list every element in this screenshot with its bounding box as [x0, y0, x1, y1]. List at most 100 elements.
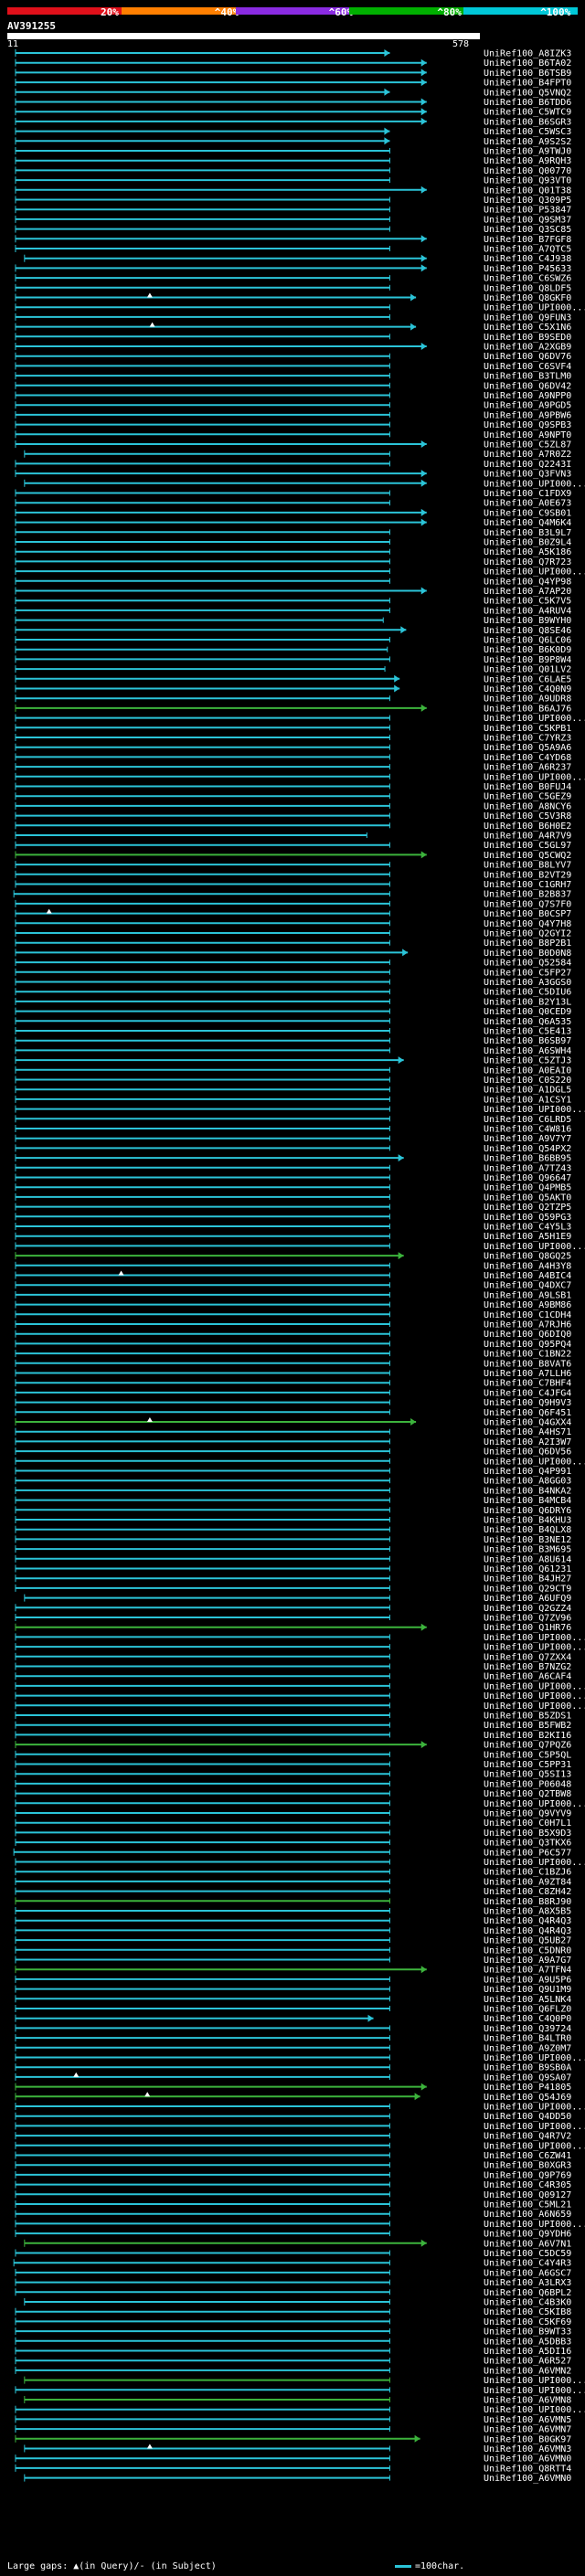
hit-label[interactable]: UniRef100_Q0CED9	[484, 1007, 571, 1017]
hit-label[interactable]: UniRef100_A9PGD5	[484, 401, 571, 411]
hit-label[interactable]: UniRef100_B5ZDS1	[484, 1712, 571, 1722]
hit-label[interactable]: UniRef100_Q7ZXX4	[484, 1652, 571, 1662]
hit-label[interactable]: UniRef100_C6LRD5	[484, 1115, 571, 1125]
hit-label[interactable]: UniRef100_C5DC59	[484, 2249, 571, 2259]
hit-label[interactable]: UniRef100_Q8LDF5	[484, 283, 571, 293]
hit-label[interactable]: UniRef100_C5V3R8	[484, 811, 571, 822]
hit-label[interactable]: UniRef100_C5PP31	[484, 1760, 571, 1770]
hit-label[interactable]: UniRef100_B4LTR0	[484, 2034, 571, 2044]
hit-label[interactable]: UniRef100_A4BIC4	[484, 1271, 571, 1281]
hit-label[interactable]: UniRef100_UPI000...	[484, 2053, 585, 2063]
hit-label[interactable]: UniRef100_B4QLX8	[484, 1525, 571, 1535]
hit-label[interactable]: UniRef100_Q9SA07	[484, 2072, 571, 2083]
hit-label[interactable]: UniRef100_Q4GXX4	[484, 1418, 571, 1428]
hit-label[interactable]: UniRef100_B9WYH0	[484, 616, 571, 626]
hit-label[interactable]: UniRef100_A5H1E9	[484, 1232, 571, 1242]
hit-label[interactable]: UniRef100_C5DIU6	[484, 988, 571, 998]
hit-label[interactable]: UniRef100_B3L9L7	[484, 528, 571, 538]
hit-label[interactable]: UniRef100_UPI000...	[484, 772, 585, 782]
hit-label[interactable]: UniRef100_C1GRH7	[484, 880, 571, 890]
hit-label[interactable]: UniRef100_A9UDR8	[484, 694, 571, 705]
hit-label[interactable]: UniRef100_A7LLH6	[484, 1369, 571, 1379]
hit-label[interactable]: UniRef100_B6TA02	[484, 58, 571, 69]
hit-label[interactable]: UniRef100_P6C577	[484, 1848, 571, 1858]
hit-label[interactable]: UniRef100_UPI000...	[484, 2122, 585, 2132]
hit-label[interactable]: UniRef100_B4JH27	[484, 1574, 571, 1585]
hit-label[interactable]: UniRef100_Q4PMB5	[484, 1183, 571, 1193]
hit-label[interactable]: UniRef100_A5LNK4	[484, 1995, 571, 2005]
hit-label[interactable]: UniRef100_B0XGR3	[484, 2161, 571, 2171]
hit-label[interactable]: UniRef100_UPI000...	[484, 1858, 585, 1868]
hit-label[interactable]: UniRef100_UPI000...	[484, 2220, 585, 2230]
hit-label[interactable]: UniRef100_Q6DV76	[484, 352, 571, 362]
hit-label[interactable]: UniRef100_A9RQH3	[484, 156, 571, 166]
hit-label[interactable]: UniRef100_Q95PQ4	[484, 1340, 571, 1350]
hit-label[interactable]: UniRef100_A8IZK3	[484, 49, 571, 59]
hit-label[interactable]: UniRef100_C5KIB8	[484, 2307, 571, 2317]
hit-label[interactable]: UniRef100_Q4DD50	[484, 2112, 571, 2122]
hit-label[interactable]: UniRef100_B8RJ90	[484, 1897, 571, 1907]
hit-label[interactable]: UniRef100_B6SB97	[484, 1036, 571, 1046]
hit-label[interactable]: UniRef100_A6VMN0	[484, 2454, 571, 2465]
hit-label[interactable]: UniRef100_UPI000...	[484, 303, 585, 313]
hit-label[interactable]: UniRef100_Q2GZZ4	[484, 1604, 571, 1614]
hit-label[interactable]: UniRef100_Q3FVN3	[484, 470, 571, 480]
hit-label[interactable]: UniRef100_A4RUV4	[484, 606, 571, 616]
hit-label[interactable]: UniRef100_Q1HR76	[484, 1623, 571, 1633]
hit-label[interactable]: UniRef100_B6BB95	[484, 1154, 571, 1164]
hit-label[interactable]: UniRef100_A8GG03	[484, 1477, 571, 1487]
hit-label[interactable]: UniRef100_Q7ZV96	[484, 1614, 571, 1624]
hit-label[interactable]: UniRef100_Q4M6K4	[484, 518, 571, 528]
hit-label[interactable]: UniRef100_C0H7L1	[484, 1818, 571, 1829]
hit-label[interactable]: UniRef100_C4B3K0	[484, 2298, 571, 2308]
hit-label[interactable]: UniRef100_B5X9D3	[484, 1829, 571, 1839]
hit-label[interactable]: UniRef100_C5K7V5	[484, 597, 571, 607]
hit-label[interactable]: UniRef100_Q4P991	[484, 1467, 571, 1477]
hit-label[interactable]: UniRef100_Q5UB27	[484, 1936, 571, 1946]
hit-label[interactable]: UniRef100_Q01T38	[484, 186, 571, 196]
hit-label[interactable]: UniRef100_A6CAF4	[484, 1672, 571, 1682]
hit-label[interactable]: UniRef100_C5ZL87	[484, 440, 571, 451]
hit-label[interactable]: UniRef100_A4HS71	[484, 1427, 571, 1437]
hit-label[interactable]: UniRef100_Q2TZP5	[484, 1203, 571, 1213]
hit-label[interactable]: UniRef100_Q6DIQ0	[484, 1330, 571, 1340]
hit-label[interactable]: UniRef100_Q2TBW8	[484, 1789, 571, 1799]
hit-label[interactable]: UniRef100_Q9VYV9	[484, 1809, 571, 1819]
hit-label[interactable]: UniRef100_C8ZH42	[484, 1887, 571, 1897]
hit-label[interactable]: UniRef100_Q6LC06	[484, 636, 571, 646]
hit-label[interactable]: UniRef100_Q7R723	[484, 557, 571, 567]
hit-label[interactable]: UniRef100_Q93VT0	[484, 176, 571, 186]
hit-label[interactable]: UniRef100_B8VAT6	[484, 1359, 571, 1369]
hit-label[interactable]: UniRef100_C6ZW41	[484, 2151, 571, 2161]
hit-label[interactable]: UniRef100_Q6DV42	[484, 381, 571, 391]
hit-label[interactable]: UniRef100_Q9U1M9	[484, 1985, 571, 1995]
hit-label[interactable]: UniRef100_C5KPB1	[484, 724, 571, 734]
hit-label[interactable]: UniRef100_C4Q0P0	[484, 2014, 571, 2024]
hit-label[interactable]: UniRef100_UPI000...	[484, 2386, 585, 2396]
hit-label[interactable]: UniRef100_Q09127	[484, 2190, 571, 2200]
hit-label[interactable]: UniRef100_B4NKA2	[484, 1486, 571, 1496]
hit-label[interactable]: UniRef100_Q5VNQ2	[484, 88, 571, 98]
hit-label[interactable]: UniRef100_A6VMN3	[484, 2444, 571, 2454]
hit-label[interactable]: UniRef100_Q9H9V3	[484, 1398, 571, 1408]
hit-label[interactable]: UniRef100_Q6A535	[484, 1017, 571, 1027]
hit-label[interactable]: UniRef100_C4J938	[484, 254, 571, 264]
hit-label[interactable]: UniRef100_A9PBW6	[484, 410, 571, 420]
hit-label[interactable]: UniRef100_Q52584	[484, 959, 571, 969]
hit-label[interactable]: UniRef100_A7QTC5	[484, 245, 571, 255]
hit-label[interactable]: UniRef100_C5FP27	[484, 968, 571, 978]
hit-label[interactable]: UniRef100_Q54PX2	[484, 1144, 571, 1154]
hit-label[interactable]: UniRef100_C4W816	[484, 1125, 571, 1135]
hit-label[interactable]: UniRef100_B6TSB9	[484, 69, 571, 79]
hit-label[interactable]: UniRef100_Q6DRY6	[484, 1506, 571, 1516]
hit-label[interactable]: UniRef100_P41805	[484, 2083, 571, 2093]
hit-label[interactable]: UniRef100_B8LYV7	[484, 861, 571, 871]
hit-label[interactable]: UniRef100_Q5SI13	[484, 1770, 571, 1780]
hit-label[interactable]: UniRef100_B6AJ76	[484, 704, 571, 714]
hit-label[interactable]: UniRef100_A6VMN7	[484, 2425, 571, 2435]
hit-label[interactable]: UniRef100_B2Y13L	[484, 997, 571, 1007]
hit-label[interactable]: UniRef100_A9NPP0	[484, 391, 571, 401]
hit-label[interactable]: UniRef100_UPI000...	[484, 479, 585, 489]
hit-label[interactable]: UniRef100_Q2GYI2	[484, 929, 571, 939]
hit-label[interactable]: UniRef100_B9SB0A	[484, 2063, 571, 2073]
